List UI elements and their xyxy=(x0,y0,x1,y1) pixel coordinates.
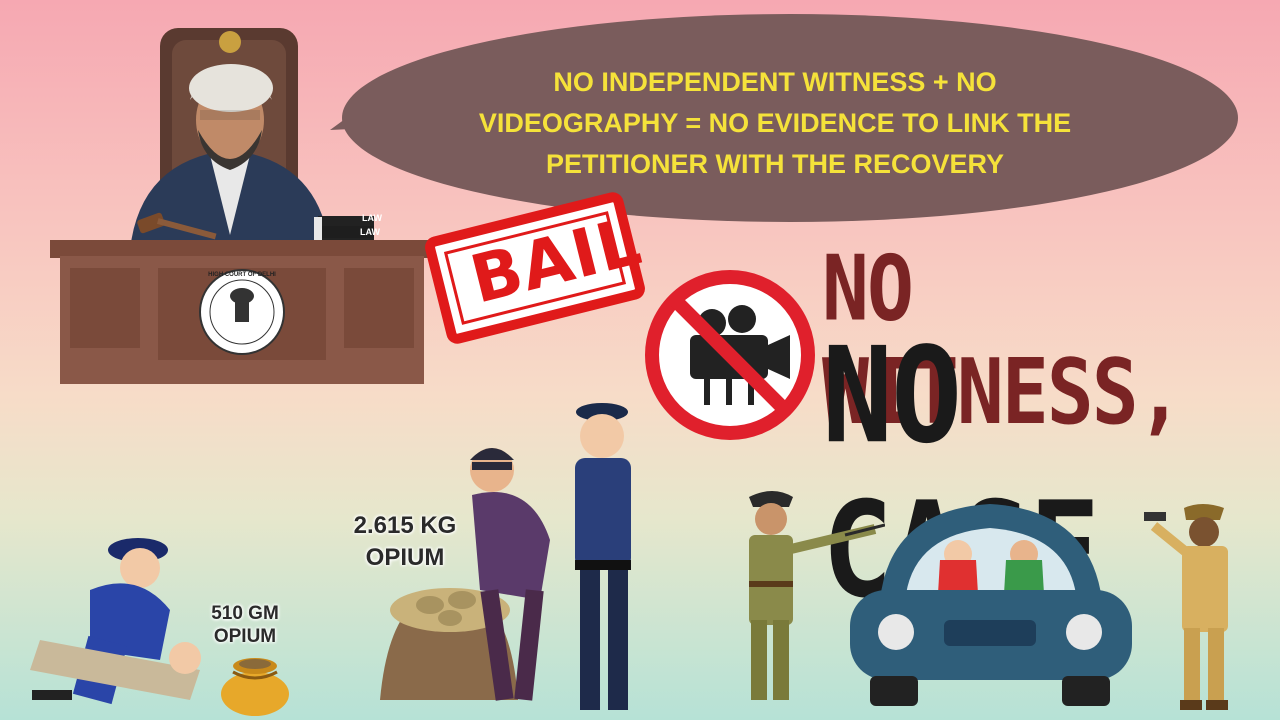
large-quantity-label: 2.615 KG OPIUM xyxy=(353,512,457,571)
judge-scene xyxy=(50,28,432,384)
speech-bubble-text: NO INDEPENDENT WITNESS + NO VIDEOGRAPHY … xyxy=(478,67,1072,179)
book-label-1: LAW xyxy=(362,213,382,223)
book-label-2: LAW xyxy=(360,227,380,237)
small-quantity-label: 510 GM OPIUM xyxy=(211,603,279,647)
car-icon xyxy=(850,504,1132,706)
armed-police-officer xyxy=(1144,504,1228,710)
emblem-label: HIGH COURT OF DELHI xyxy=(208,272,276,278)
money-bag-icon xyxy=(221,658,289,716)
